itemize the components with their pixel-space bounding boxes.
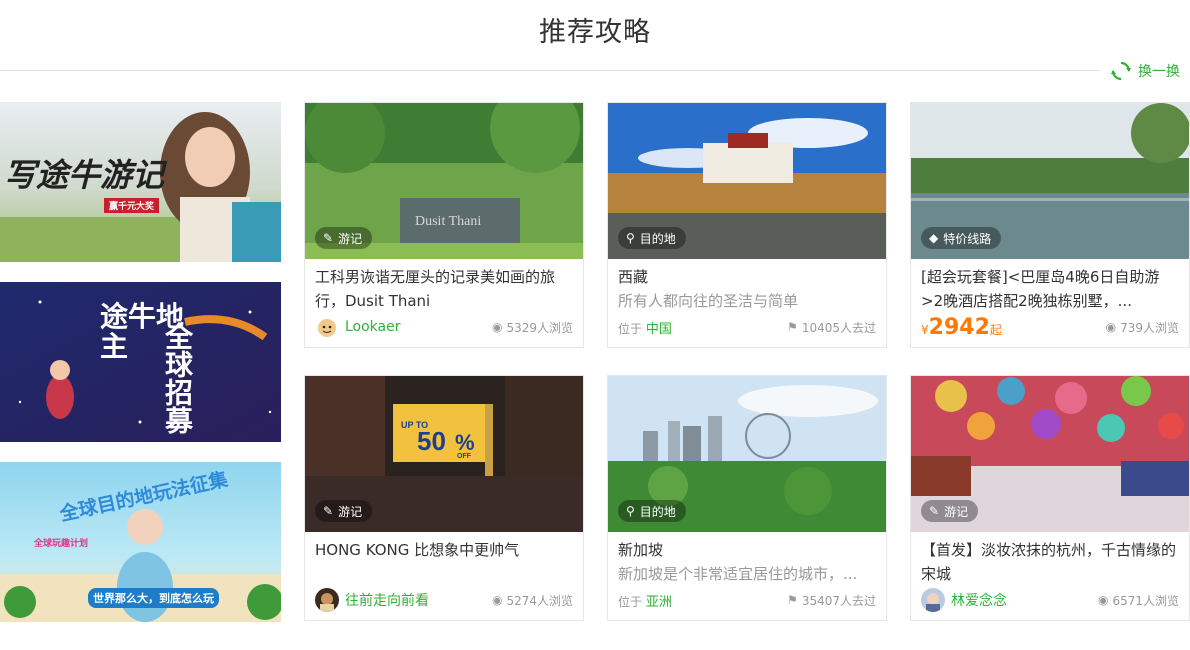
eye-icon: ◉ (1105, 320, 1117, 334)
banner-travel-notes[interactable]: 写途牛游记 赢千元大奖 (0, 102, 281, 262)
price: ¥2942起 (921, 315, 1002, 340)
svg-text:Dusit Thani: Dusit Thani (415, 214, 481, 229)
view-count: ◉ 739人浏览 (1106, 319, 1179, 336)
banner-recruit[interactable]: 途牛地主 全球招募 (0, 282, 281, 442)
card-tag-label: 目的地 (639, 231, 676, 246)
card-travel-note[interactable]: Dusit Thani ✎ 游记 工科男诙谐无厘头的记录美如画的旅行，Dusit … (304, 102, 584, 348)
location-pin-icon: ⚲ (626, 231, 635, 245)
banner-title: 写途牛游记 (4, 156, 165, 194)
avatar (315, 315, 339, 339)
card-tag: ✎ 游记 (315, 227, 373, 249)
refresh-button[interactable]: 换一换 (1110, 60, 1180, 82)
refresh-icon (1111, 61, 1131, 81)
banner-tag: 全球玩趣计划 (34, 539, 89, 549)
sign-off: OFF (457, 453, 472, 460)
eye-icon: ◉ (491, 320, 503, 334)
flag-icon: ⚑ (787, 593, 798, 607)
banner-destination-collection[interactable]: 全球目的地玩法征集 全球玩趣计划 世界那么大，到底怎么玩 (0, 462, 281, 622)
eye-icon: ◉ (1097, 593, 1109, 607)
card-image: ✎ 游记 (911, 376, 1189, 532)
card-special-route[interactable]: ◆ 特价线路 [超会玩套餐]<巴厘岛4晚6日自助游>2晚酒店搭配2晚独栋别墅，..… (910, 102, 1190, 348)
location-info: 位于 亚洲 (618, 591, 672, 610)
card-tag-label: 特价线路 (943, 231, 992, 246)
card-tag-label: 游记 (944, 504, 969, 519)
location-prefix: 位于 (618, 594, 643, 609)
flag-icon: ⚑ (787, 320, 798, 334)
author-name: 往前走向前看 (345, 593, 429, 609)
view-count: ◉ 5274人浏览 (492, 592, 573, 609)
card-destination[interactable]: ⚲ 目的地 新加坡 新加坡是个非常适宜居住的城市，... 位于 亚洲 ⚑ 35407… (607, 375, 887, 621)
sign-percent-symbol: % (455, 430, 475, 455)
card-tag-label: 游记 (338, 231, 363, 246)
pen-icon: ✎ (323, 504, 334, 518)
price-tag-icon: ◆ (929, 231, 939, 245)
divider (0, 70, 1100, 71)
card-tag-label: 目的地 (639, 504, 676, 519)
section-title: 推荐攻略 (539, 17, 651, 48)
view-count: ◉ 5329人浏览 (492, 319, 573, 336)
price-value: 2942 (928, 314, 990, 340)
location-pin-icon: ⚲ (626, 504, 635, 518)
location-link[interactable]: 中国 (646, 322, 672, 337)
card-tag: ✎ 游记 (315, 500, 373, 522)
location-prefix: 位于 (618, 321, 643, 336)
price-suffix: 起 (989, 322, 1002, 337)
location-link[interactable]: 亚洲 (646, 595, 672, 610)
view-count-label: 5329人浏览 (506, 320, 573, 335)
avatar (315, 588, 339, 612)
visited-count: ⚑ 35407人去过 (787, 592, 876, 609)
card-title[interactable]: 西藏 (618, 265, 878, 289)
card-image: UP TO 50 % OFF ✎ 游记 (305, 376, 583, 532)
card-tag: ⚲ 目的地 (618, 227, 686, 249)
author-link[interactable]: 往前走向前看 (315, 588, 429, 612)
card-tag: ⚲ 目的地 (618, 500, 686, 522)
author-name: 林爱念念 (951, 593, 1007, 609)
avatar (921, 588, 945, 612)
card-title[interactable]: 工科男诙谐无厘头的记录美如画的旅行，Dusit Thani (315, 265, 575, 313)
card-tag: ✎ 游记 (921, 500, 979, 522)
location-info: 位于 中国 (618, 318, 672, 337)
visited-count: ⚑ 10405人去过 (787, 319, 876, 336)
card-title[interactable]: [超会玩套餐]<巴厘岛4晚6日自助游>2晚酒店搭配2晚独栋别墅，... (921, 265, 1181, 313)
banner-subtitle: 赢千元大奖 (104, 198, 160, 213)
pen-icon: ✎ (929, 504, 940, 518)
card-travel-note[interactable]: UP TO 50 % OFF ✎ 游记 HONG KONG 比想象中更帅气 往前走… (304, 375, 584, 621)
view-count-label: 5274人浏览 (506, 593, 573, 608)
card-tag-label: 游记 (338, 504, 363, 519)
card-image: Dusit Thani ✎ 游记 (305, 103, 583, 259)
card-destination[interactable]: ⚲ 目的地 西藏 所有人都向往的圣洁与简单 位于 中国 ⚑ 10405人去过 (607, 102, 887, 348)
card-image: ⚲ 目的地 (608, 103, 886, 259)
card-travel-note[interactable]: ✎ 游记 【首发】淡妆浓抹的杭州，千古情缘的宋城 林爱念念 ◉ 6571人浏览 (910, 375, 1190, 621)
view-count: ◉ 6571人浏览 (1098, 592, 1179, 609)
view-count-label: 6571人浏览 (1112, 593, 1179, 608)
card-title[interactable]: 【首发】淡妆浓抹的杭州，千古情缘的宋城 (921, 538, 1181, 586)
card-image: ⚲ 目的地 (608, 376, 886, 532)
price-currency: ¥ (921, 322, 929, 337)
card-title[interactable]: HONG KONG 比想象中更帅气 (315, 538, 575, 586)
banner-subtitle: 全球招募 (161, 322, 194, 434)
visited-count-label: 10405人去过 (801, 320, 876, 335)
card-tag: ◆ 特价线路 (921, 227, 1002, 249)
card-subtitle: 新加坡是个非常适宜居住的城市，... (618, 565, 858, 583)
author-link[interactable]: 林爱念念 (921, 588, 1007, 612)
card-image: ◆ 特价线路 (911, 103, 1189, 259)
view-count-label: 739人浏览 (1120, 320, 1179, 335)
pen-icon: ✎ (323, 231, 334, 245)
card-title[interactable]: 新加坡 (618, 538, 878, 562)
visited-count-label: 35407人去过 (801, 593, 876, 608)
refresh-label: 换一换 (1138, 64, 1180, 80)
card-subtitle: 所有人都向往的圣洁与简单 (618, 292, 799, 310)
author-link[interactable]: Lookaer (315, 315, 401, 339)
author-name: Lookaer (345, 319, 401, 335)
banner-subtitle: 世界那么大，到底怎么玩 (88, 588, 219, 608)
sign-percent-number: 50 (417, 426, 446, 456)
eye-icon: ◉ (491, 593, 503, 607)
